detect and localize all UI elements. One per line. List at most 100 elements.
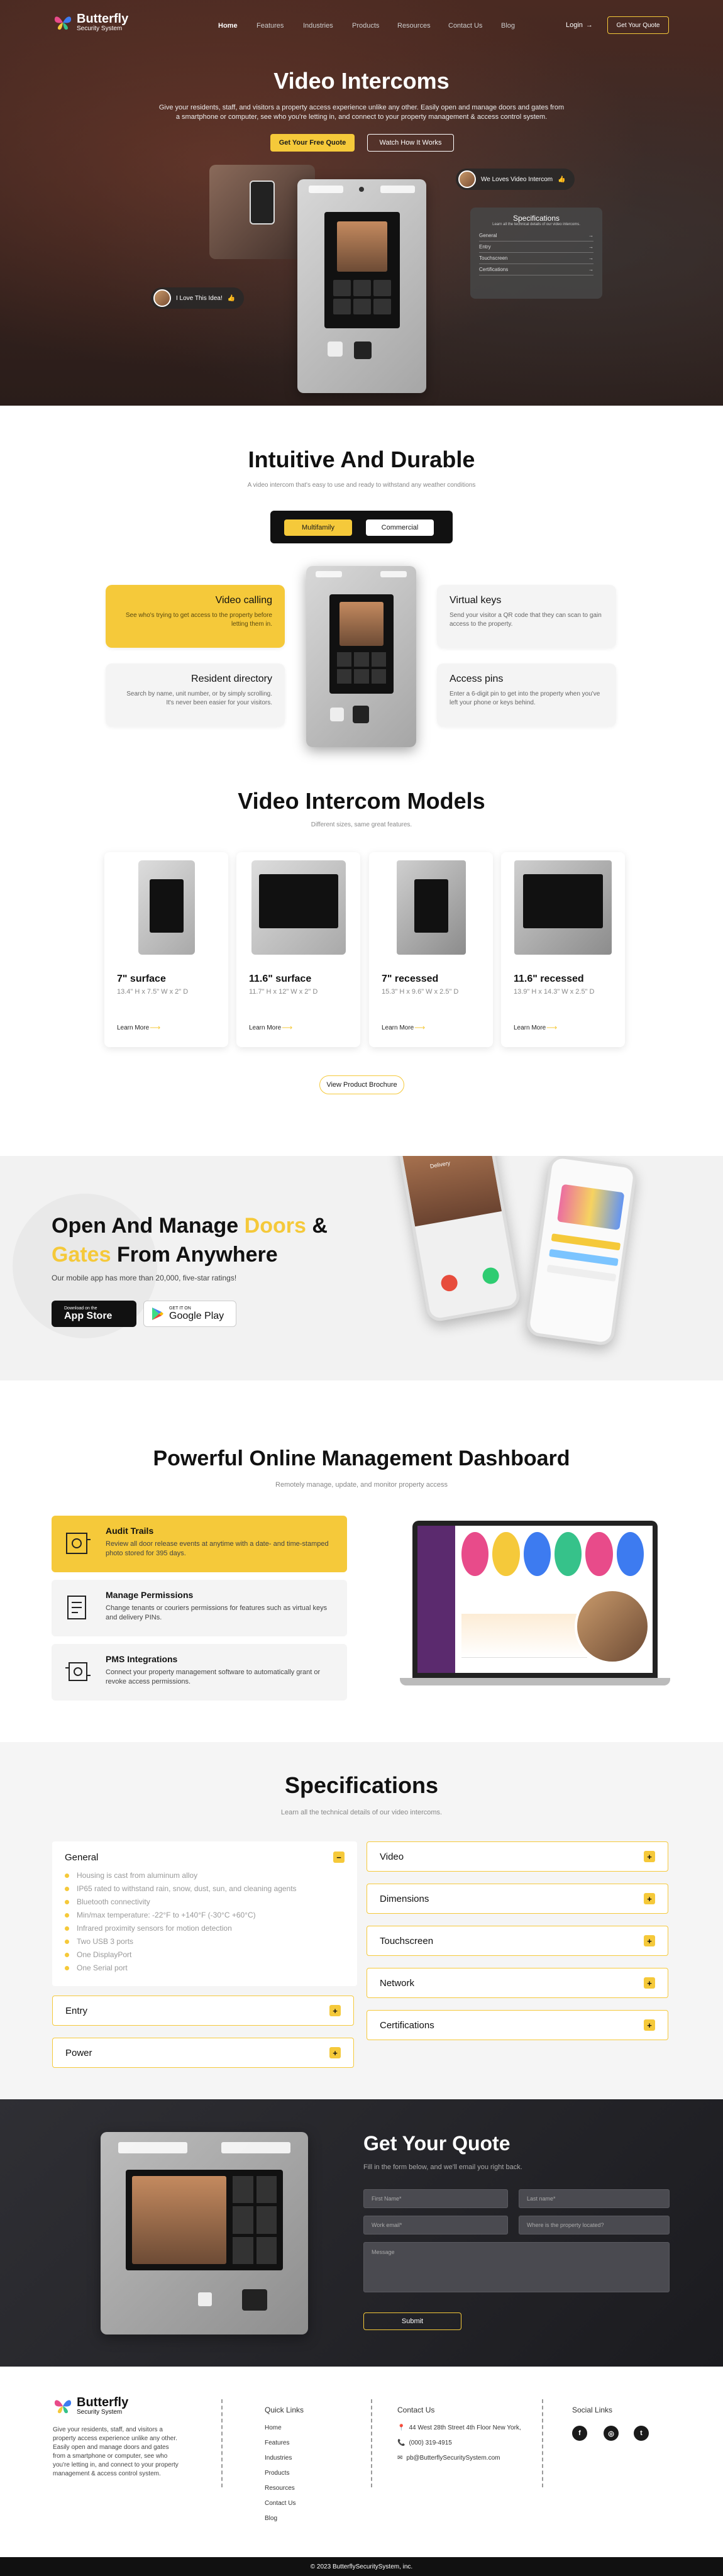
feature-title: Virtual keys bbox=[450, 595, 502, 606]
google-play-icon bbox=[152, 1307, 163, 1320]
last-name-field[interactable]: Last name* bbox=[519, 2189, 670, 2208]
login-label: Login bbox=[566, 21, 583, 29]
google-play-big: Google Play bbox=[169, 1310, 224, 1321]
model-card[interactable]: 7" surface 13.4" H x 7.5" W x 2" D Learn… bbox=[104, 852, 228, 1047]
footer-link-contact[interactable]: Contact Us bbox=[265, 2500, 295, 2507]
free-quote-button[interactable]: Get Your Free Quote bbox=[270, 134, 355, 152]
nav-blog[interactable]: Blog bbox=[501, 22, 515, 30]
audit-trails-icon bbox=[66, 1533, 91, 1554]
spec-entry-accordion[interactable]: Entry + bbox=[52, 1996, 354, 2026]
pill-we-love: We Loves Video Intercom 👍 bbox=[456, 169, 575, 190]
quick-links-heading: Quick Links bbox=[265, 2406, 304, 2414]
login-link[interactable]: Login → bbox=[566, 21, 593, 29]
dash-pms-integrations[interactable]: PMS Integrations Connect your property m… bbox=[52, 1644, 347, 1701]
brand-logo[interactable]: Butterfly Security System bbox=[53, 13, 128, 32]
expand-plus-icon: + bbox=[329, 2005, 341, 2016]
feature-text: Search by name, unit number, or by simpl… bbox=[126, 691, 272, 706]
dash-audit-trails[interactable]: Audit Trails Review all door release eve… bbox=[52, 1516, 347, 1572]
first-name-field[interactable]: First Name* bbox=[363, 2189, 508, 2208]
footer-link-blog[interactable]: Blog bbox=[265, 2515, 277, 2522]
dash-text: Review all door release events at anytim… bbox=[106, 1540, 329, 1557]
footer-link-industries[interactable]: Industries bbox=[265, 2455, 292, 2462]
spec-dimensions-accordion[interactable]: Dimensions + bbox=[367, 1884, 668, 1914]
spec-certifications-accordion[interactable]: Certifications + bbox=[367, 2010, 668, 2040]
expand-plus-icon: + bbox=[644, 1977, 655, 1989]
feature-resident-directory[interactable]: Resident directory Search by name, unit … bbox=[106, 663, 285, 726]
phone-icon: 📞 bbox=[397, 2440, 406, 2446]
model-name: 7" recessed bbox=[382, 974, 439, 984]
feature-video-calling[interactable]: Video calling See who's trying to get ac… bbox=[106, 585, 285, 648]
model-name: 11.6" recessed bbox=[514, 974, 584, 984]
footer-address: 📍 44 West 28th Street 4th Floor New York, bbox=[397, 2424, 521, 2431]
footer-phone[interactable]: 📞 (000) 319-4915 bbox=[397, 2440, 452, 2446]
nav-quote-button[interactable]: Get Your Quote bbox=[607, 16, 669, 34]
spec-video-accordion[interactable]: Video + bbox=[367, 1841, 668, 1872]
property-location-field[interactable]: Where is the property located? bbox=[519, 2216, 670, 2235]
feature-virtual-keys[interactable]: Virtual keys Send your visitor a QR code… bbox=[437, 585, 616, 648]
specs-section: Specifications Learn all the technical d… bbox=[0, 1742, 723, 2099]
learn-more-link[interactable]: Learn More bbox=[117, 1024, 149, 1031]
app-phone-mockup bbox=[525, 1156, 638, 1347]
model-card[interactable]: 11.6" surface 11.7" H x 12" W x 2" D Lea… bbox=[236, 852, 360, 1047]
brochure-button[interactable]: View Product Brochure bbox=[319, 1075, 404, 1094]
model-card[interactable]: 7" recessed 15.3" H x 9.6" W x 2.5" D Le… bbox=[369, 852, 493, 1047]
footer-link-resources[interactable]: Resources bbox=[265, 2485, 295, 2492]
nav-home[interactable]: Home bbox=[218, 22, 238, 30]
learn-more-link[interactable]: Learn More bbox=[514, 1024, 546, 1031]
submit-button[interactable]: Submit bbox=[363, 2312, 461, 2330]
dash-text: Change tenants or couriers permissions f… bbox=[106, 1604, 328, 1621]
spec-card-row[interactable]: Certifications → bbox=[479, 264, 593, 275]
learn-more-link[interactable]: Learn More bbox=[382, 1024, 414, 1031]
dash-manage-permissions[interactable]: Manage Permissions Change tenants or cou… bbox=[52, 1580, 347, 1636]
footer-link-home[interactable]: Home bbox=[265, 2424, 282, 2431]
facebook-icon[interactable]: f bbox=[572, 2426, 587, 2441]
app-store-button[interactable]: Download on the App Store bbox=[52, 1301, 136, 1327]
spec-card-row[interactable]: Touchscreen → bbox=[479, 253, 593, 264]
work-email-field[interactable]: Work email* bbox=[363, 2216, 508, 2235]
nav-industries[interactable]: Industries bbox=[303, 22, 333, 30]
dash-text: Connect your property management softwar… bbox=[106, 1668, 321, 1685]
spec-power-accordion[interactable]: Power + bbox=[52, 2038, 354, 2068]
toggle-multifamily[interactable]: Multifamily bbox=[284, 519, 352, 536]
dashboard-title: Powerful Online Management Dashboard bbox=[153, 1446, 570, 1470]
model-dimensions: 13.9" H x 14.3" W x 2.5" D bbox=[514, 988, 595, 996]
toggle-commercial[interactable]: Commercial bbox=[366, 519, 434, 536]
nav-resources[interactable]: Resources bbox=[397, 22, 431, 30]
nav-features[interactable]: Features bbox=[257, 22, 284, 30]
message-field[interactable]: Message bbox=[363, 2242, 670, 2292]
dash-title: PMS Integrations bbox=[106, 1654, 178, 1664]
spec-card-row[interactable]: General → bbox=[479, 230, 593, 242]
expand-plus-icon: + bbox=[329, 2047, 341, 2058]
instagram-icon[interactable]: ◎ bbox=[604, 2426, 619, 2441]
nav-products[interactable]: Products bbox=[352, 22, 379, 30]
brand-name: Butterfly bbox=[77, 12, 129, 26]
spec-touchscreen-accordion[interactable]: Touchscreen + bbox=[367, 1926, 668, 1956]
models-title: Video Intercom Models bbox=[238, 788, 485, 814]
footer-divider bbox=[371, 2399, 372, 2487]
spec-item: Infrared proximity sensors for motion de… bbox=[65, 1922, 345, 1935]
model-card[interactable]: 11.6" recessed 13.9" H x 14.3" W x 2.5" … bbox=[501, 852, 625, 1047]
spec-network-accordion[interactable]: Network + bbox=[367, 1968, 668, 1998]
google-play-button[interactable]: GET IT ON Google Play bbox=[143, 1301, 236, 1327]
footer-divider bbox=[542, 2399, 543, 2487]
footer-link-features[interactable]: Features bbox=[265, 2440, 289, 2446]
social-heading: Social Links bbox=[572, 2406, 613, 2414]
permissions-icon bbox=[67, 1596, 86, 1619]
expand-plus-icon: + bbox=[644, 1935, 655, 1946]
learn-more-link[interactable]: Learn More bbox=[249, 1024, 281, 1031]
collapse-button[interactable]: − bbox=[333, 1852, 345, 1863]
quote-subtitle: Fill in the form below, and we'll email … bbox=[363, 2163, 522, 2171]
footer-email[interactable]: ✉ pb@ButterflySecuritySystem.com bbox=[397, 2455, 500, 2462]
spec-card-row[interactable]: Entry → bbox=[479, 242, 593, 253]
app-store-big: App Store bbox=[64, 1310, 113, 1321]
login-arrow-icon: → bbox=[585, 21, 593, 29]
footer-brand-logo[interactable]: Butterfly Security System bbox=[53, 2396, 128, 2416]
feature-text: See who's trying to get access to the pr… bbox=[125, 612, 272, 628]
arrow-right-icon: ⟶ bbox=[282, 1023, 293, 1032]
feature-access-pins[interactable]: Access pins Enter a 6-digit pin to get i… bbox=[437, 663, 616, 726]
footer-link-products[interactable]: Products bbox=[265, 2470, 289, 2477]
nav-contact-us[interactable]: Contact Us bbox=[448, 22, 482, 30]
quote-section: Get Your Quote Fill in the form below, a… bbox=[0, 2099, 723, 2367]
twitter-icon[interactable]: t bbox=[634, 2426, 649, 2441]
watch-how-button[interactable]: Watch How It Works bbox=[367, 134, 454, 152]
